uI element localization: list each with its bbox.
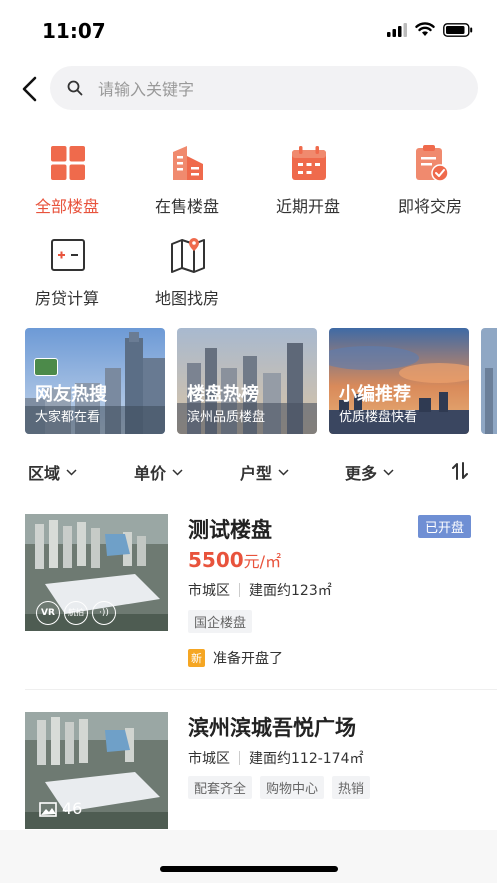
chevron-down-icon	[172, 468, 183, 476]
category-label: 全部楼盘	[34, 197, 99, 216]
listing-card[interactable]: 46 滨州滨城吾悦广场 市城区 建面约112-174㎡ 配套齐全 购物中心 热销	[0, 712, 497, 830]
category-label: 地图找房	[154, 289, 219, 308]
banner-hot-search[interactable]: 网友热搜 大家都在看	[25, 328, 165, 434]
category-mortgage-calculator[interactable]: 房贷计算	[17, 236, 117, 308]
status-icons	[387, 22, 473, 37]
buildings-icon	[173, 146, 203, 180]
news-row: 新 准备开盘了	[188, 648, 283, 668]
district: 市城区	[188, 751, 230, 767]
battery-icon	[443, 22, 473, 37]
divider	[25, 689, 497, 690]
tags-row: 国企楼盘	[188, 610, 260, 633]
banner-subtitle: 优质楼盘快看	[339, 410, 418, 425]
sort-button[interactable]	[452, 462, 468, 480]
news-text: 准备开盘了	[213, 651, 283, 667]
category-delivering-soon[interactable]: 即将交房	[380, 144, 480, 216]
price-value: 5500	[188, 548, 244, 572]
chevron-down-icon	[278, 468, 289, 476]
banner-editor-picks[interactable]: 小编推荐 优质楼盘快看	[329, 328, 469, 434]
home-indicator[interactable]	[160, 866, 338, 872]
photo-icon	[39, 802, 57, 817]
category-label: 在售楼盘	[154, 197, 219, 216]
filter-area[interactable]: 区域	[28, 460, 77, 484]
calendar-icon	[292, 146, 326, 180]
tag: 国企楼盘	[188, 610, 253, 633]
filter-label: 单价	[134, 464, 167, 483]
filter-bar: 区域 单价 户型 更多	[0, 460, 497, 486]
location-line: 市城区 建面约112-174㎡	[188, 748, 364, 768]
hot-badge-icon	[34, 358, 58, 376]
filter-label: 户型	[240, 464, 273, 483]
filter-label: 区域	[28, 464, 61, 483]
listing-name: 滨州滨城吾悦广场	[188, 716, 356, 740]
banner-subtitle: 大家都在看	[35, 410, 101, 425]
listing-card[interactable]: VR 航拍 ·)) 测试楼盘 已开盘 5500元/㎡ 市城区 建面约123㎡ 国…	[0, 514, 497, 690]
filter-more[interactable]: 更多	[345, 460, 394, 484]
floor-area: 建面约123㎡	[249, 583, 332, 599]
banner-title: 小编推荐	[339, 384, 411, 405]
chevron-down-icon	[66, 468, 77, 476]
tags-row: 配套齐全 购物中心 热销	[188, 776, 378, 799]
category-map-search[interactable]: 地图找房	[137, 236, 237, 308]
aerial-badge: 航拍	[64, 601, 88, 625]
listing-name: 测试楼盘	[188, 518, 272, 542]
tag: 购物中心	[260, 776, 325, 799]
sort-icon	[452, 462, 468, 480]
category-label: 即将交房	[397, 197, 462, 216]
listing-image: 46	[25, 712, 168, 829]
search-box[interactable]	[50, 66, 478, 112]
category-all-buildings[interactable]: 全部楼盘	[17, 144, 117, 216]
vr-badge: VR	[36, 601, 60, 625]
chevron-down-icon	[383, 468, 394, 476]
status-bar: 11:07	[0, 0, 497, 60]
filter-label: 更多	[345, 464, 378, 483]
filter-layout[interactable]: 户型	[240, 460, 289, 484]
category-label: 近期开盘	[275, 197, 340, 216]
back-button[interactable]	[16, 72, 46, 106]
tag: 热销	[332, 776, 371, 799]
floor-area: 建面约112-174㎡	[249, 751, 364, 767]
calculator-icon	[51, 239, 85, 271]
banner-next-peek[interactable]	[481, 328, 497, 434]
banner-hot-ranking[interactable]: 楼盘热榜 滨州品质楼盘	[177, 328, 317, 434]
checklist-icon	[416, 145, 449, 182]
banner-peek-image	[481, 328, 497, 434]
listing-price: 5500元/㎡	[188, 548, 281, 572]
search-icon	[67, 80, 83, 96]
location-line: 市城区 建面约123㎡	[188, 580, 332, 600]
back-arrow-icon	[22, 76, 37, 102]
bottom-area	[0, 830, 497, 883]
price-unit: 元/㎡	[243, 552, 282, 571]
grid-icon	[51, 146, 85, 180]
listing-image: VR 航拍 ·))	[25, 514, 168, 631]
status-badge: 已开盘	[417, 515, 471, 538]
audio-badge: ·))	[92, 601, 116, 625]
news-badge: 新	[188, 649, 205, 667]
banner-title: 楼盘热榜	[187, 384, 259, 405]
divider	[239, 751, 240, 765]
filter-unit-price[interactable]: 单价	[134, 460, 183, 484]
tag: 配套齐全	[188, 776, 253, 799]
status-time: 11:07	[42, 19, 106, 43]
map-icon	[171, 238, 205, 273]
banner-title: 网友热搜	[35, 384, 107, 405]
category-on-sale[interactable]: 在售楼盘	[137, 144, 237, 216]
divider	[239, 583, 240, 597]
category-label: 房贷计算	[34, 289, 99, 308]
district: 市城区	[188, 583, 230, 599]
category-opening-soon[interactable]: 近期开盘	[258, 144, 358, 216]
search-row	[0, 66, 497, 112]
banner-subtitle: 滨州品质楼盘	[187, 410, 266, 425]
wifi-icon	[415, 22, 435, 36]
cellular-signal-icon	[387, 22, 407, 37]
photo-count: 46	[62, 799, 83, 818]
search-input[interactable]	[96, 66, 460, 112]
